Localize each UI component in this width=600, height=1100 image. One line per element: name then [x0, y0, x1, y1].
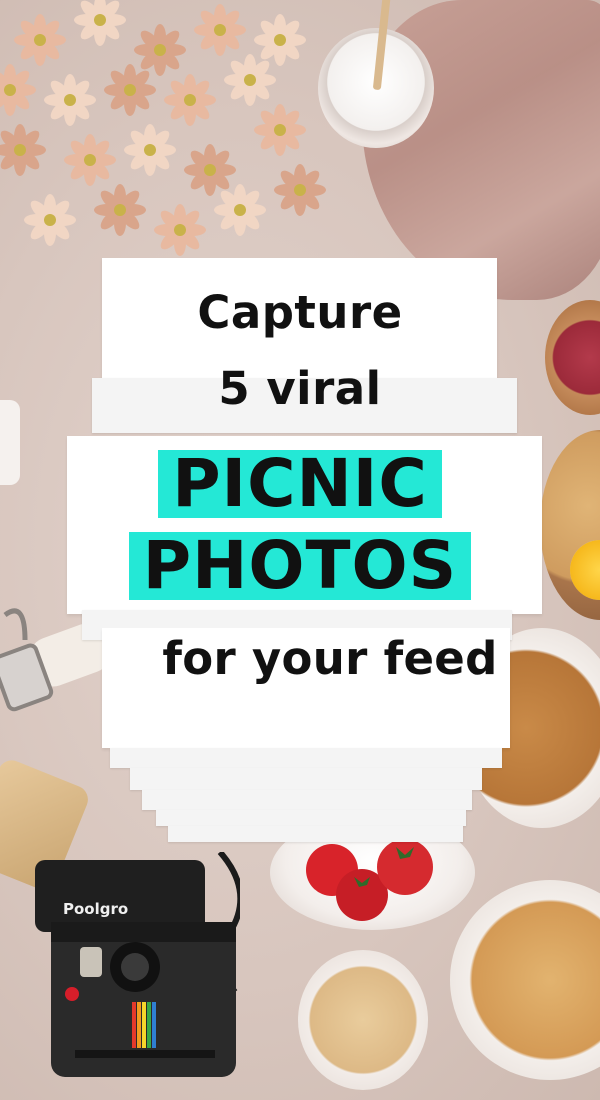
daisy-flower [214, 184, 266, 236]
daisy-flower [74, 0, 126, 46]
daisy-flower [24, 194, 76, 246]
camera-brand: Poolgro [63, 900, 128, 918]
pin-image: Poolgro Capture 5 viral PICNIC PHOTOS fo… [0, 0, 600, 1100]
daisy-flower [254, 104, 306, 156]
daisy-flower [14, 14, 66, 66]
card-sheet-edge [142, 790, 472, 810]
card-sheet-edge [168, 826, 463, 842]
daisy-flower [0, 64, 36, 116]
instant-camera: Poolgro [35, 852, 240, 1077]
daisy-flower [254, 14, 306, 66]
highlight-photos-text: PHOTOS [128, 532, 472, 600]
daisy-flower [134, 24, 186, 76]
daisy-flower [164, 74, 216, 126]
daisy-flower [154, 204, 206, 256]
daisy-flower [104, 64, 156, 116]
headline-count: 5 viral [218, 362, 382, 415]
card-sheet-edge [110, 748, 502, 768]
flower-bouquet [0, 0, 326, 256]
daisy-flower [124, 124, 176, 176]
daisy-flower [274, 164, 326, 216]
daisy-flower [64, 134, 116, 186]
highlight-picnic-text: PICNIC [158, 450, 442, 518]
headline-feed: for your feed [162, 632, 498, 685]
card-sheet-edge [130, 768, 482, 790]
headline-capture: Capture [197, 286, 403, 339]
daisy-flower [194, 4, 246, 56]
peanut-bowl [298, 950, 428, 1090]
highlight-picnic: PICNIC [0, 450, 600, 518]
daisy-flower [184, 144, 236, 196]
daisy-flower [44, 74, 96, 126]
card-sheet-edge [156, 810, 466, 826]
daisy-flower [94, 184, 146, 236]
highlight-photos: PHOTOS [0, 532, 600, 600]
daisy-flower [0, 124, 46, 176]
daisy-flower [224, 54, 276, 106]
